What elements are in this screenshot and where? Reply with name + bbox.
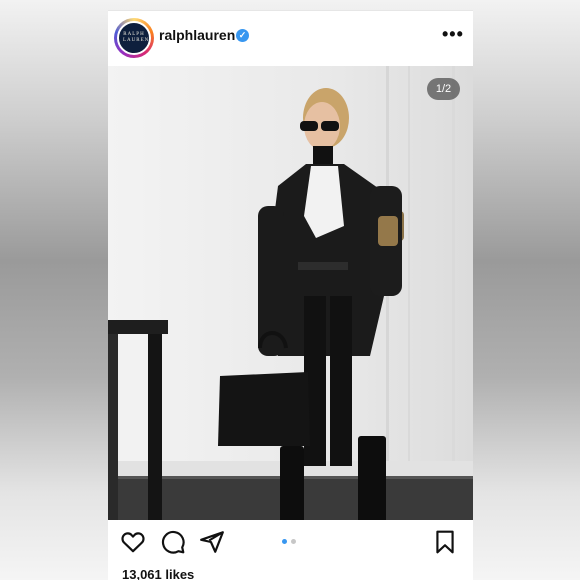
post-photo[interactable]: 1/2 (108, 66, 473, 520)
photo-counter: 1/2 (427, 78, 460, 100)
action-bar (108, 525, 473, 559)
avatar[interactable]: RALPH LAUREN (117, 21, 151, 55)
comment-icon[interactable] (160, 529, 186, 555)
verified-badge-icon: ✓ (236, 29, 249, 42)
instagram-post: RALPH LAUREN ralphlauren ✓ ••• 1/2 13,06… (108, 10, 473, 580)
photo-illustration (108, 66, 473, 520)
story-ring[interactable]: RALPH LAUREN (114, 18, 154, 58)
carousel-dot (291, 539, 296, 544)
bookmark-icon[interactable] (432, 529, 458, 555)
carousel-indicator (282, 539, 302, 545)
send-icon[interactable] (199, 529, 225, 555)
more-options-icon[interactable]: ••• (442, 24, 464, 45)
likes-count[interactable]: 13,061 likes (122, 567, 194, 580)
post-header: RALPH LAUREN ralphlauren ✓ ••• (108, 10, 473, 66)
heart-icon[interactable] (120, 529, 146, 555)
avatar-logo-text: RALPH LAUREN (123, 32, 150, 43)
carousel-dot-active (282, 539, 287, 544)
username[interactable]: ralphlauren (159, 27, 235, 43)
